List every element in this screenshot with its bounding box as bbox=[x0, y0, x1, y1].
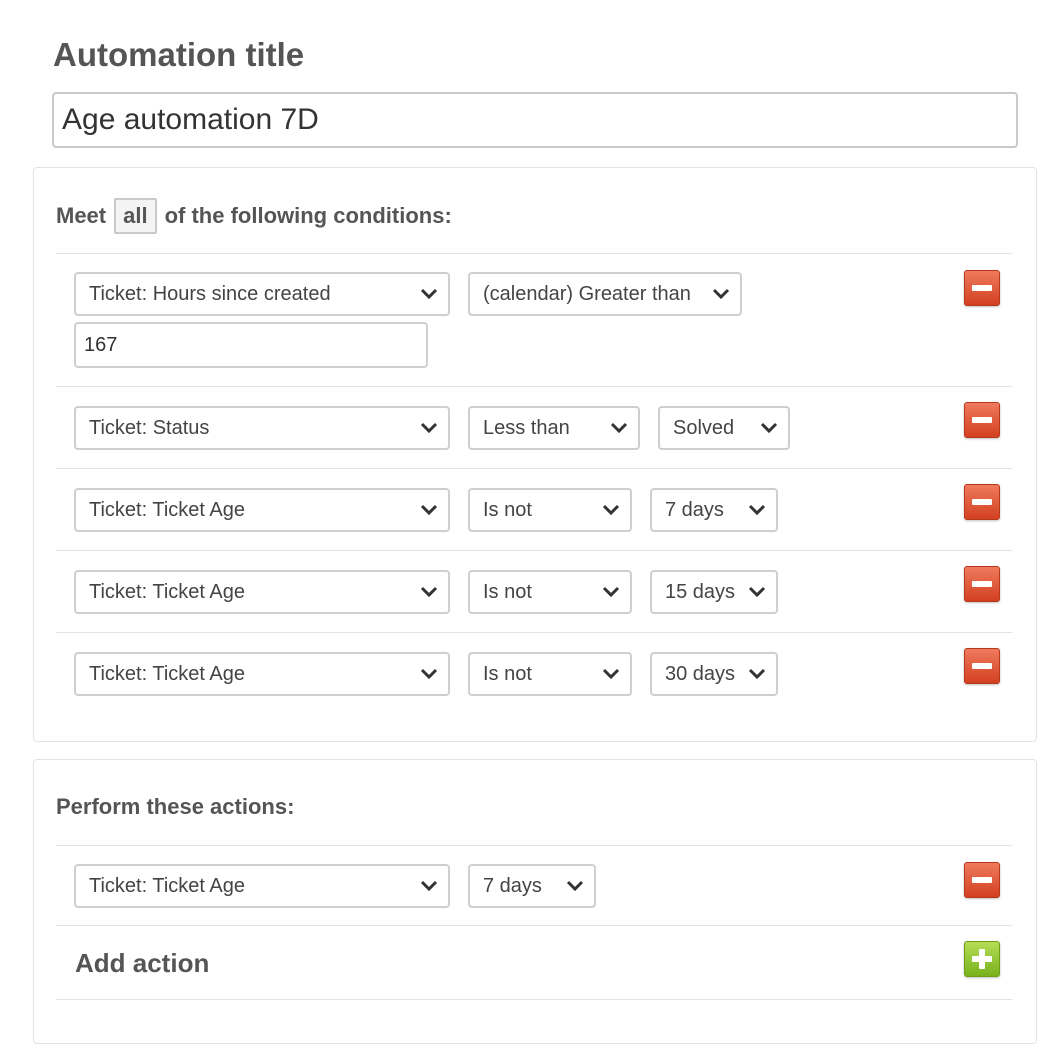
condition-field-value: Ticket: Ticket Age bbox=[89, 663, 245, 685]
condition-operator-value: Less than bbox=[483, 417, 570, 439]
automation-title-input[interactable]: Age automation 7D bbox=[52, 92, 1018, 148]
condition-field-select[interactable]: Ticket: Ticket Age bbox=[74, 652, 450, 696]
chevron-down-icon bbox=[420, 504, 438, 516]
condition-value-input[interactable]: 167 bbox=[74, 322, 428, 368]
chevron-down-icon bbox=[602, 668, 620, 680]
condition-field-select[interactable]: Ticket: Ticket Age bbox=[74, 488, 450, 532]
action-field-select[interactable]: Ticket: Ticket Age bbox=[74, 864, 450, 908]
actions-heading: Perform these actions: bbox=[56, 794, 294, 820]
action-value-select[interactable]: 7 days bbox=[468, 864, 596, 908]
divider bbox=[56, 925, 1012, 926]
condition-operator-select[interactable]: Is not bbox=[468, 488, 632, 532]
divider bbox=[56, 253, 1012, 254]
chevron-down-icon bbox=[420, 668, 438, 680]
condition-value-select[interactable]: 30 days bbox=[650, 652, 778, 696]
actions-panel: Perform these actions: Ticket: Ticket Ag… bbox=[33, 759, 1037, 1044]
automation-title-label: Automation title bbox=[53, 36, 305, 73]
chevron-down-icon bbox=[420, 586, 438, 598]
condition-field-value: Ticket: Hours since created bbox=[89, 283, 331, 305]
conditions-heading: Meet all of the following conditions: bbox=[56, 198, 452, 234]
condition-field-select[interactable]: Ticket: Status bbox=[74, 406, 450, 450]
divider bbox=[56, 386, 1012, 387]
condition-field-value: Ticket: Ticket Age bbox=[89, 499, 245, 521]
condition-operator-select[interactable]: Is not bbox=[468, 652, 632, 696]
condition-operator-value: (calendar) Greater than bbox=[483, 283, 691, 305]
condition-field-select[interactable]: Ticket: Ticket Age bbox=[74, 570, 450, 614]
condition-value-select[interactable]: Solved bbox=[658, 406, 790, 450]
condition-field-value: Ticket: Ticket Age bbox=[89, 581, 245, 603]
chevron-down-icon bbox=[420, 422, 438, 434]
chevron-down-icon bbox=[602, 504, 620, 516]
condition-value-text: 15 days bbox=[665, 581, 736, 603]
chevron-down-icon bbox=[602, 586, 620, 598]
divider bbox=[56, 468, 1012, 469]
chevron-down-icon bbox=[566, 880, 584, 892]
conditions-panel: Meet all of the following conditions: Ti… bbox=[33, 167, 1037, 742]
chevron-down-icon bbox=[712, 288, 730, 300]
condition-operator-value: Is not bbox=[483, 499, 532, 521]
condition-operator-select[interactable]: Is not bbox=[468, 570, 632, 614]
condition-operator-value: Is not bbox=[483, 581, 532, 603]
condition-value-select[interactable]: 15 days bbox=[650, 570, 778, 614]
condition-operator-value: Is not bbox=[483, 663, 532, 685]
remove-condition-button[interactable] bbox=[964, 648, 1000, 684]
chevron-down-icon bbox=[420, 880, 438, 892]
add-action-label[interactable]: Add action bbox=[75, 948, 209, 979]
divider bbox=[56, 999, 1012, 1000]
chevron-down-icon bbox=[760, 422, 778, 434]
condition-operator-select[interactable]: (calendar) Greater than bbox=[468, 272, 742, 316]
conditions-suffix-label: of the following conditions: bbox=[164, 203, 452, 228]
remove-action-button[interactable] bbox=[964, 862, 1000, 898]
match-mode-selector[interactable]: all bbox=[114, 198, 157, 234]
remove-condition-button[interactable] bbox=[964, 270, 1000, 306]
chevron-down-icon bbox=[748, 504, 766, 516]
actions-heading-label: Perform these actions: bbox=[56, 794, 295, 819]
chevron-down-icon bbox=[420, 288, 438, 300]
condition-value-text: 7 days bbox=[665, 499, 724, 521]
condition-field-select[interactable]: Ticket: Hours since created bbox=[74, 272, 450, 316]
divider bbox=[56, 632, 1012, 633]
divider bbox=[56, 845, 1012, 846]
meet-label: Meet bbox=[56, 203, 107, 228]
condition-value-select[interactable]: 7 days bbox=[650, 488, 778, 532]
chevron-down-icon bbox=[748, 586, 766, 598]
chevron-down-icon bbox=[748, 668, 766, 680]
remove-condition-button[interactable] bbox=[964, 402, 1000, 438]
condition-value-text: 30 days bbox=[665, 663, 736, 685]
divider bbox=[56, 550, 1012, 551]
condition-value-text: Solved bbox=[673, 417, 735, 439]
chevron-down-icon bbox=[610, 422, 628, 434]
action-field-value: Ticket: Ticket Age bbox=[89, 875, 245, 897]
action-value-text: 7 days bbox=[483, 875, 542, 897]
remove-condition-button[interactable] bbox=[964, 484, 1000, 520]
remove-condition-button[interactable] bbox=[964, 566, 1000, 602]
condition-field-value: Ticket: Status bbox=[89, 417, 210, 439]
condition-operator-select[interactable]: Less than bbox=[468, 406, 640, 450]
add-action-button[interactable] bbox=[964, 941, 1000, 977]
